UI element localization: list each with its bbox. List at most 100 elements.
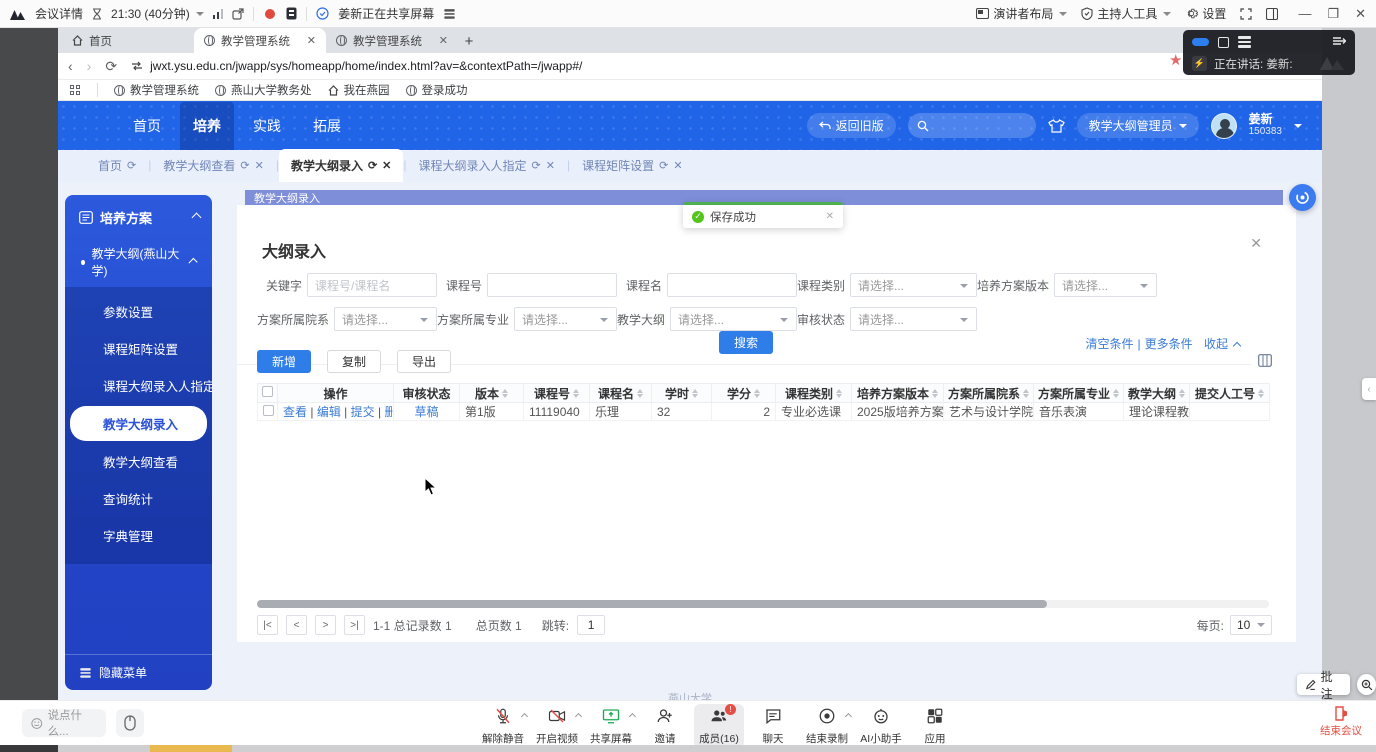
sidebar-item-查询统计[interactable]: 查询统计	[65, 480, 212, 517]
toolbar-camera-off[interactable]: 开启视频	[532, 704, 582, 748]
next-page-button[interactable]: >	[315, 615, 336, 635]
add-button[interactable]: 新增	[257, 350, 311, 373]
close-tab-icon[interactable]: ✕	[307, 34, 316, 47]
text-input[interactable]	[487, 273, 617, 297]
row-checkbox[interactable]	[258, 403, 278, 421]
select-input[interactable]: 请选择...	[1054, 273, 1157, 297]
prev-page-button[interactable]: <	[286, 615, 307, 635]
theme-shirt-icon[interactable]	[1048, 119, 1065, 133]
toolbar-stop-record[interactable]: 结束录制	[802, 704, 852, 748]
nav-item-拓展[interactable]: 拓展	[300, 102, 354, 150]
text-input[interactable]	[667, 273, 797, 297]
nav-item-实践[interactable]: 实践	[240, 102, 294, 150]
refresh-tab-icon[interactable]: ⟳	[368, 159, 377, 172]
column-header[interactable]: 课程号	[524, 384, 590, 403]
sidebar-subgroup-header[interactable]: 教学大纲(燕山大学)	[65, 237, 212, 287]
collapse-panel-handle[interactable]: ‹	[1362, 378, 1376, 400]
sharing-menu-icon[interactable]	[445, 9, 455, 18]
fullscreen-icon[interactable]	[1240, 8, 1252, 20]
select-all-checkbox[interactable]	[258, 384, 278, 403]
caret-up-icon[interactable]	[629, 713, 636, 720]
column-header[interactable]: 学分	[712, 384, 776, 403]
close-page-tab-icon[interactable]: ✕	[546, 159, 555, 172]
select-input[interactable]: 请选择...	[850, 307, 977, 331]
sort-icon[interactable]	[1023, 389, 1029, 398]
overlay-video-icon[interactable]	[1192, 38, 1209, 46]
toolbar-apps[interactable]: 应用	[910, 704, 960, 748]
settings-button[interactable]: 设置	[1185, 5, 1226, 22]
page-tab[interactable]: 教学大纲录入⟳✕	[279, 149, 403, 182]
column-header[interactable]: 教学大纲	[1124, 384, 1190, 403]
toolbar-chat[interactable]: 聊天	[748, 704, 798, 748]
close-panel-icon[interactable]: ✕	[1250, 235, 1262, 252]
column-header[interactable]: 课程类别	[776, 384, 852, 403]
sort-icon[interactable]	[1113, 389, 1119, 398]
per-page-select[interactable]: 10	[1230, 615, 1272, 635]
overlay-collapse-icon[interactable]	[1332, 35, 1346, 49]
recording-icon[interactable]	[263, 7, 277, 21]
bookmark-item[interactable]: 登录成功	[406, 82, 468, 98]
column-header[interactable]: 课程名	[590, 384, 652, 403]
sidebar-group-header[interactable]: 培养方案	[65, 195, 212, 237]
refresh-tab-icon[interactable]: ⟳	[240, 159, 249, 172]
column-header[interactable]: 培养方案版本	[852, 384, 944, 403]
caret-up-icon[interactable]	[575, 713, 582, 720]
toolbar-members[interactable]: !成员(16)	[694, 704, 744, 748]
select-input[interactable]: 请选择...	[670, 307, 797, 331]
sort-icon[interactable]	[754, 389, 760, 398]
page-tab[interactable]: 首页⟳	[86, 149, 148, 182]
export-button[interactable]: 导出	[397, 350, 451, 373]
close-page-tab-icon[interactable]: ✕	[255, 159, 264, 172]
sidepanel-icon[interactable]	[1266, 8, 1278, 20]
column-header[interactable]: 操作	[278, 384, 394, 403]
action-查看[interactable]: 查看	[283, 405, 307, 419]
host-tools-button[interactable]: 主持人工具	[1081, 5, 1171, 22]
column-header[interactable]: 提交人工号	[1190, 384, 1270, 403]
close-page-tab-icon[interactable]: ✕	[673, 159, 682, 172]
overlay-list-icon[interactable]	[1238, 36, 1251, 48]
refresh-tab-icon[interactable]: ⟳	[659, 159, 668, 172]
select-input[interactable]: 请选择...	[514, 307, 617, 331]
close-page-tab-icon[interactable]: ✕	[382, 159, 391, 172]
new-tab-button[interactable]: +	[458, 30, 480, 52]
nav-item-首页[interactable]: 首页	[120, 102, 174, 150]
role-selector[interactable]: 教学大纲管理员	[1077, 113, 1199, 138]
sort-icon[interactable]	[573, 389, 579, 398]
column-header[interactable]: 方案所属专业	[1034, 384, 1124, 403]
action-编辑[interactable]: 编辑	[317, 405, 341, 419]
bookmark-star-icon[interactable]: ★	[1169, 51, 1182, 69]
text-input[interactable]: 课程号/课程名	[307, 273, 437, 297]
remote-control-button[interactable]	[116, 709, 144, 737]
sort-icon[interactable]	[1179, 389, 1185, 398]
nav-item-培养[interactable]: 培养	[180, 102, 234, 150]
caret-up-icon[interactable]	[521, 713, 528, 720]
close-tab-icon[interactable]: ✕	[439, 34, 448, 47]
bookmark-item[interactable]: 教学管理系统	[114, 82, 199, 98]
toolbar-invite[interactable]: 邀请	[640, 704, 690, 748]
column-header[interactable]: 审核状态	[394, 384, 460, 403]
sort-icon[interactable]	[932, 389, 938, 398]
sort-icon[interactable]	[692, 389, 698, 398]
horizontal-scrollbar[interactable]	[257, 600, 1269, 608]
bookmark-item[interactable]: 燕山大学教务处	[215, 82, 312, 98]
maximize-button[interactable]: ❐	[1327, 6, 1339, 22]
url-field[interactable]: jwxt.ysu.edu.cn/jwapp/sys/homeapp/home/i…	[131, 59, 582, 73]
sidebar-item-教学大纲查看[interactable]: 教学大纲查看	[65, 443, 212, 480]
toolbar-screen-share[interactable]: 共享屏幕	[586, 704, 636, 748]
forward-button[interactable]: ›	[87, 58, 92, 74]
back-to-old-button[interactable]: 返回旧版	[807, 113, 896, 138]
toolbar-ai-assistant[interactable]: AI小助手	[856, 704, 906, 748]
user-menu-caret-icon[interactable]	[1294, 124, 1302, 128]
page-tab[interactable]: 课程大纲录入人指定⟳✕	[407, 149, 567, 182]
sort-icon[interactable]	[502, 389, 508, 398]
meeting-timer[interactable]: 21:30 (40分钟)	[111, 5, 204, 22]
action-删除[interactable]: 删除	[384, 405, 393, 419]
end-meeting-button[interactable]: 结束会议	[1320, 705, 1362, 738]
refresh-tab-icon[interactable]: ⟳	[532, 159, 541, 172]
first-page-button[interactable]: |<	[257, 615, 278, 635]
back-button[interactable]: ‹	[68, 58, 73, 74]
page-tab[interactable]: 课程矩阵设置⟳✕	[570, 149, 694, 182]
page-tab[interactable]: 教学大纲查看⟳✕	[151, 149, 275, 182]
sidebar-item-参数设置[interactable]: 参数设置	[65, 293, 212, 330]
browser-tab[interactable]: 教学管理系统✕	[326, 28, 458, 53]
